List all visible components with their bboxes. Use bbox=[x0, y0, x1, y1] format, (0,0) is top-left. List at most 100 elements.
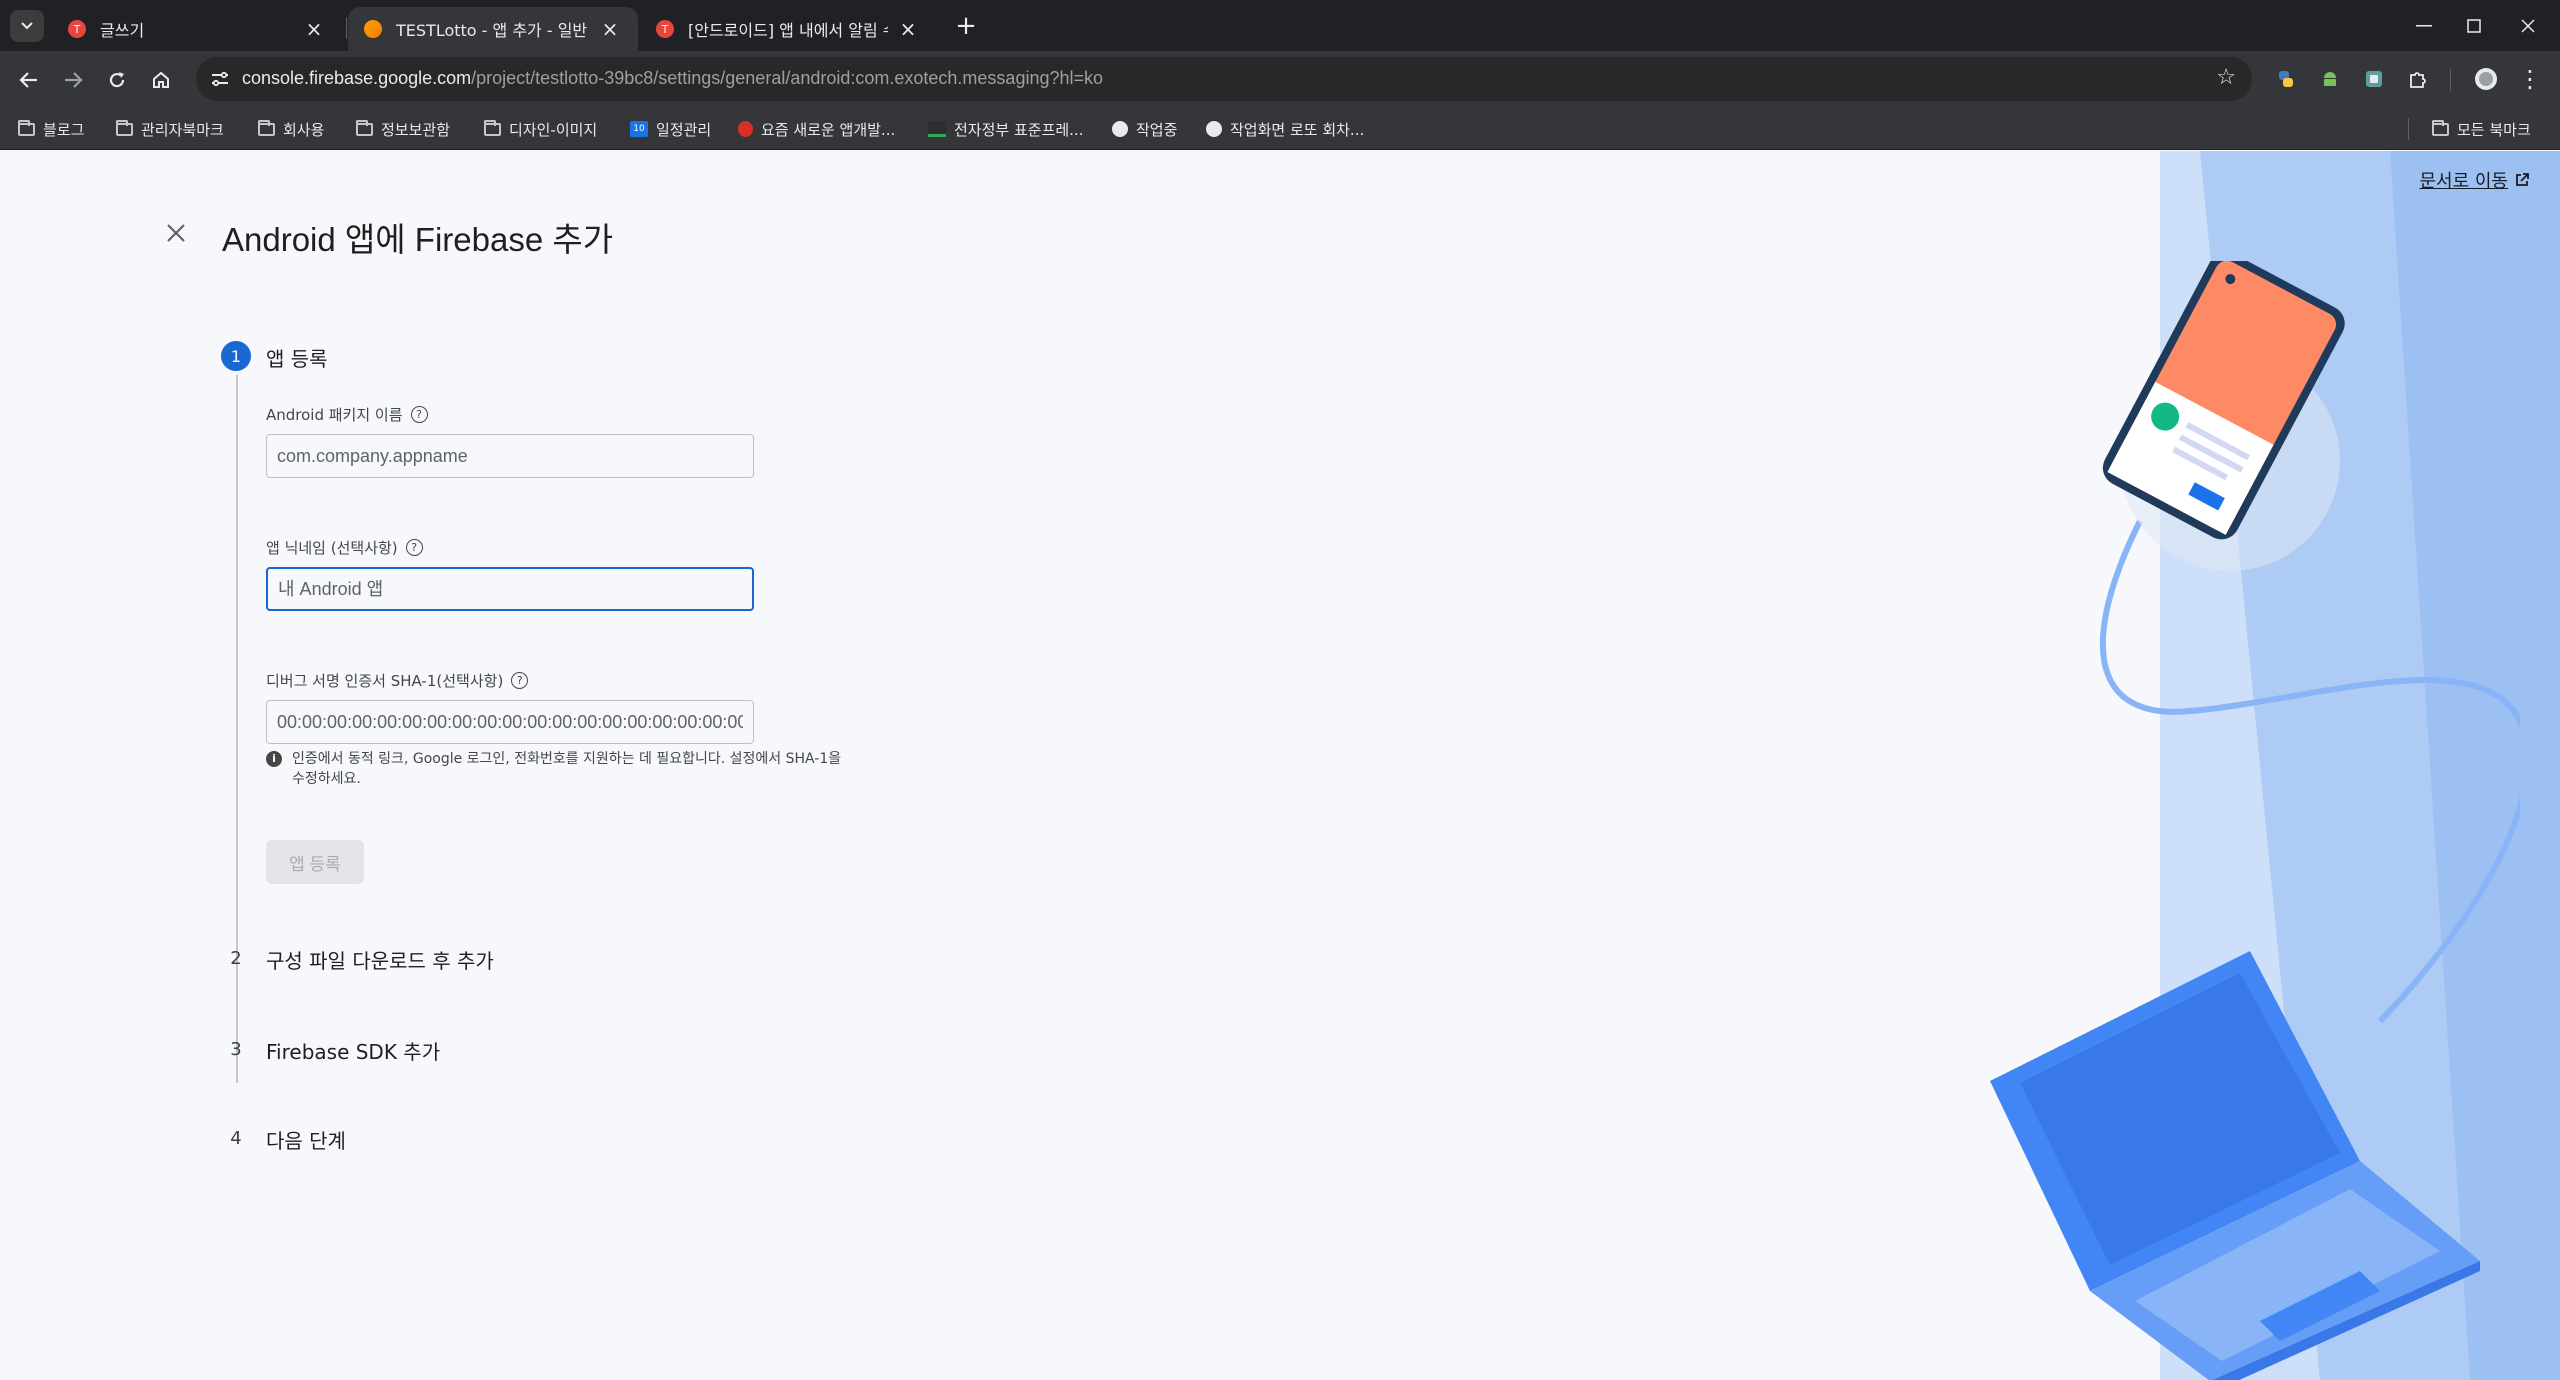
tab-title: [안드로이드] 앱 내에서 알림 수 bbox=[688, 21, 888, 40]
bookmark-star-icon[interactable]: ☆ bbox=[2216, 65, 2236, 90]
page-title: Android 앱에 Firebase 추가 bbox=[222, 221, 614, 258]
tab-search-button[interactable] bbox=[10, 10, 44, 42]
reload-button[interactable] bbox=[100, 63, 134, 97]
package-name-input[interactable] bbox=[266, 434, 754, 478]
url-text: console.firebase.google.com/project/test… bbox=[242, 68, 1103, 89]
favicon-icon: T bbox=[68, 20, 86, 38]
extension-translate-icon[interactable] bbox=[2358, 63, 2390, 95]
close-icon bbox=[2521, 18, 2535, 33]
phone-laptop-illustration bbox=[1990, 261, 2520, 1380]
bookmarks-divider bbox=[2408, 118, 2409, 140]
close-icon[interactable]: × bbox=[598, 17, 622, 41]
app-nickname-label: 앱 닉네임 (선택사항) ? bbox=[266, 537, 423, 558]
home-button[interactable] bbox=[144, 63, 178, 97]
site-info-icon[interactable] bbox=[206, 65, 234, 93]
step-4-number: 4 bbox=[230, 1128, 242, 1149]
address-bar[interactable]: console.firebase.google.com/project/test… bbox=[196, 57, 2252, 101]
register-app-button[interactable]: 앱 등록 bbox=[266, 840, 364, 884]
favicon-icon: T bbox=[656, 20, 674, 38]
docs-link[interactable]: 문서로 이동 bbox=[2419, 167, 2530, 193]
back-button[interactable] bbox=[12, 63, 46, 97]
help-icon[interactable]: ? bbox=[511, 672, 529, 689]
folder-icon bbox=[356, 119, 373, 136]
bookmark-9[interactable]: 작업화면 로또 회차... bbox=[1206, 116, 1364, 142]
new-tab-button[interactable]: + bbox=[950, 10, 982, 42]
minimize-button[interactable] bbox=[2396, 0, 2452, 51]
tab-2[interactable]: T [안드로이드] 앱 내에서 알림 수 × bbox=[640, 7, 936, 51]
external-link-icon bbox=[2516, 173, 2529, 186]
close-icon[interactable]: × bbox=[302, 17, 326, 41]
folder-icon bbox=[2432, 119, 2449, 136]
reload-icon bbox=[109, 72, 125, 88]
close-icon[interactable]: × bbox=[896, 17, 920, 41]
arrow-left-icon bbox=[19, 72, 37, 88]
bookmark-8[interactable]: 작업중 bbox=[1112, 116, 1177, 142]
bookmarks-bar: 블로그 관리자북마크 회사용 정보보관함 디자인-이미지 10 일정관리 요즘 새… bbox=[0, 108, 2560, 150]
tab-title: 글쓰기 bbox=[100, 21, 145, 40]
home-icon bbox=[153, 71, 169, 88]
sha1-label: 디버그 서명 인증서 SHA-1(선택사항) ? bbox=[266, 670, 529, 691]
tab-divider bbox=[346, 17, 347, 39]
step-3-label: Firebase SDK 추가 bbox=[266, 1040, 441, 1064]
step-4-label: 다음 단계 bbox=[266, 1129, 346, 1153]
arrow-right-icon bbox=[65, 72, 83, 88]
stepper-line bbox=[236, 375, 238, 1083]
maximize-button[interactable] bbox=[2446, 0, 2502, 51]
egov-icon bbox=[928, 121, 946, 137]
all-bookmarks[interactable]: 모든 북마크 bbox=[2432, 116, 2531, 142]
tomato-icon bbox=[738, 121, 753, 137]
extension-python-icon[interactable] bbox=[2270, 63, 2302, 95]
folder-icon bbox=[258, 119, 275, 136]
close-icon bbox=[167, 224, 185, 242]
bookmark-6[interactable]: 요즘 새로운 앱개발... bbox=[738, 116, 895, 142]
tab-strip: T 글쓰기 × TESTLotto - 앱 추가 - 일반 - Fi × T [… bbox=[0, 0, 2560, 51]
app-nickname-input[interactable] bbox=[266, 567, 754, 611]
help-icon[interactable]: ? bbox=[405, 539, 423, 556]
bookmark-3[interactable]: 정보보관함 bbox=[356, 116, 450, 142]
package-name-label: Android 패키지 이름 ? bbox=[266, 404, 428, 425]
tab-0[interactable]: T 글쓰기 × bbox=[52, 7, 342, 51]
step-3-number: 3 bbox=[230, 1039, 242, 1060]
bookmark-1[interactable]: 관리자북마크 bbox=[116, 116, 224, 142]
extensions-puzzle-icon[interactable] bbox=[2402, 63, 2434, 95]
sha1-hint: i 인증에서 동적 링크, Google 로그인, 전화번호를 지원하는 데 필… bbox=[266, 749, 846, 789]
folder-icon bbox=[484, 119, 501, 136]
laptop-shape bbox=[1990, 951, 2480, 1380]
minimize-icon bbox=[2416, 24, 2432, 26]
step-1-label: 앱 등록 bbox=[266, 347, 328, 371]
folder-icon bbox=[18, 119, 35, 136]
calendar-icon: 10 bbox=[630, 121, 648, 137]
tab-title: TESTLotto - 앱 추가 - 일반 - Fi bbox=[396, 21, 590, 40]
step-2-label: 구성 파일 다운로드 후 추가 bbox=[266, 949, 494, 973]
extension-android-icon[interactable] bbox=[2314, 63, 2346, 95]
firebase-add-app-page: 문서로 이동 Android 앱에 Firebase 추가 1 앱 등록 And… bbox=[0, 151, 2560, 1380]
toolbar-divider bbox=[2450, 69, 2451, 91]
close-window-button[interactable] bbox=[2500, 0, 2556, 51]
firebase-favicon-icon bbox=[364, 20, 382, 38]
bookmark-5[interactable]: 10 일정관리 bbox=[630, 116, 711, 142]
info-icon: i bbox=[266, 751, 282, 767]
tab-1[interactable]: TESTLotto - 앱 추가 - 일반 - Fi × bbox=[348, 7, 638, 51]
help-icon[interactable]: ? bbox=[410, 406, 428, 423]
browser-toolbar: console.firebase.google.com/project/test… bbox=[0, 51, 2560, 108]
sha1-input[interactable] bbox=[266, 700, 754, 744]
folder-icon bbox=[116, 119, 133, 136]
url-host: console.firebase.google.com bbox=[242, 68, 472, 88]
globe-icon bbox=[1112, 121, 1128, 137]
forward-button[interactable] bbox=[56, 63, 90, 97]
bookmark-4[interactable]: 디자인-이미지 bbox=[484, 116, 597, 142]
cable-shape bbox=[2099, 519, 2520, 1024]
maximize-icon bbox=[2467, 18, 2481, 33]
close-button[interactable] bbox=[160, 217, 192, 249]
step-2-number: 2 bbox=[230, 948, 242, 969]
profile-avatar[interactable] bbox=[2470, 63, 2502, 95]
bookmark-2[interactable]: 회사용 bbox=[258, 116, 324, 142]
globe-icon bbox=[1206, 121, 1222, 137]
avatar-icon bbox=[2475, 68, 2497, 90]
bookmark-7[interactable]: 전자정부 표준프레... bbox=[928, 116, 1083, 142]
chevron-down-icon bbox=[21, 22, 33, 30]
bookmark-0[interactable]: 블로그 bbox=[18, 116, 84, 142]
kebab-menu-icon[interactable]: ⋮ bbox=[2514, 63, 2546, 95]
step-1-number: 1 bbox=[221, 341, 251, 371]
url-path: /project/testlotto-39bc8/settings/genera… bbox=[471, 68, 1104, 88]
